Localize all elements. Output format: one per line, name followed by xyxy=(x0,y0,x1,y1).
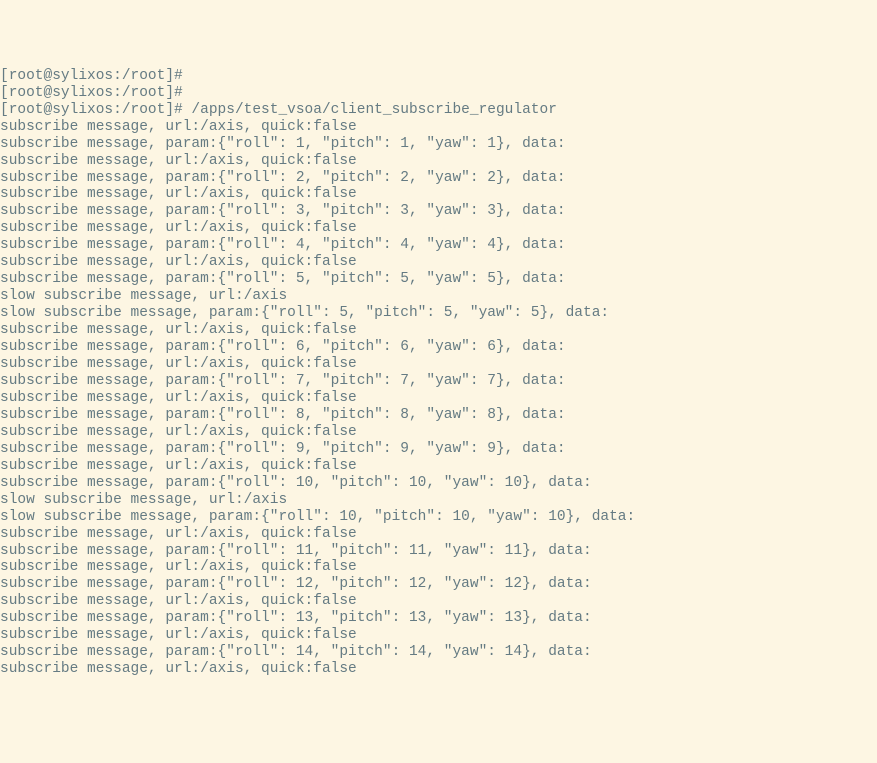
terminal-line: subscribe message, param:{"roll": 4, "pi… xyxy=(0,237,877,254)
terminal-line: subscribe message, url:/axis, quick:fals… xyxy=(0,356,877,373)
terminal-line: slow subscribe message, url:/axis xyxy=(0,288,877,305)
terminal-line: subscribe message, param:{"roll": 2, "pi… xyxy=(0,170,877,187)
terminal-line: subscribe message, param:{"roll": 3, "pi… xyxy=(0,203,877,220)
terminal-output[interactable]: [root@sylixos:/root]#[root@sylixos:/root… xyxy=(0,68,877,678)
terminal-line: subscribe message, url:/axis, quick:fals… xyxy=(0,526,877,543)
terminal-line: subscribe message, url:/axis, quick:fals… xyxy=(0,153,877,170)
terminal-line: slow subscribe message, param:{"roll": 5… xyxy=(0,305,877,322)
terminal-line: subscribe message, param:{"roll": 6, "pi… xyxy=(0,339,877,356)
terminal-line: subscribe message, param:{"roll": 13, "p… xyxy=(0,610,877,627)
terminal-line: subscribe message, url:/axis, quick:fals… xyxy=(0,390,877,407)
terminal-line: slow subscribe message, param:{"roll": 1… xyxy=(0,509,877,526)
terminal-line: subscribe message, param:{"roll": 10, "p… xyxy=(0,475,877,492)
terminal-line: slow subscribe message, url:/axis xyxy=(0,492,877,509)
terminal-line: subscribe message, url:/axis, quick:fals… xyxy=(0,661,877,678)
terminal-line: subscribe message, url:/axis, quick:fals… xyxy=(0,186,877,203)
terminal-line: [root@sylixos:/root]# /apps/test_vsoa/cl… xyxy=(0,102,877,119)
terminal-line: subscribe message, url:/axis, quick:fals… xyxy=(0,593,877,610)
terminal-line: subscribe message, url:/axis, quick:fals… xyxy=(0,458,877,475)
terminal-line: subscribe message, param:{"roll": 5, "pi… xyxy=(0,271,877,288)
terminal-line: subscribe message, url:/axis, quick:fals… xyxy=(0,254,877,271)
terminal-line: [root@sylixos:/root]# xyxy=(0,85,877,102)
terminal-line: [root@sylixos:/root]# xyxy=(0,68,877,85)
terminal-line: subscribe message, param:{"roll": 11, "p… xyxy=(0,543,877,560)
terminal-line: subscribe message, param:{"roll": 12, "p… xyxy=(0,576,877,593)
terminal-line: subscribe message, param:{"roll": 1, "pi… xyxy=(0,136,877,153)
terminal-line: subscribe message, url:/axis, quick:fals… xyxy=(0,559,877,576)
terminal-line: subscribe message, url:/axis, quick:fals… xyxy=(0,424,877,441)
terminal-line: subscribe message, url:/axis, quick:fals… xyxy=(0,119,877,136)
terminal-line: subscribe message, param:{"roll": 8, "pi… xyxy=(0,407,877,424)
terminal-line: subscribe message, url:/axis, quick:fals… xyxy=(0,322,877,339)
terminal-line: subscribe message, url:/axis, quick:fals… xyxy=(0,627,877,644)
terminal-line: subscribe message, param:{"roll": 7, "pi… xyxy=(0,373,877,390)
terminal-line: subscribe message, url:/axis, quick:fals… xyxy=(0,220,877,237)
terminal-line: subscribe message, param:{"roll": 9, "pi… xyxy=(0,441,877,458)
terminal-line: subscribe message, param:{"roll": 14, "p… xyxy=(0,644,877,661)
